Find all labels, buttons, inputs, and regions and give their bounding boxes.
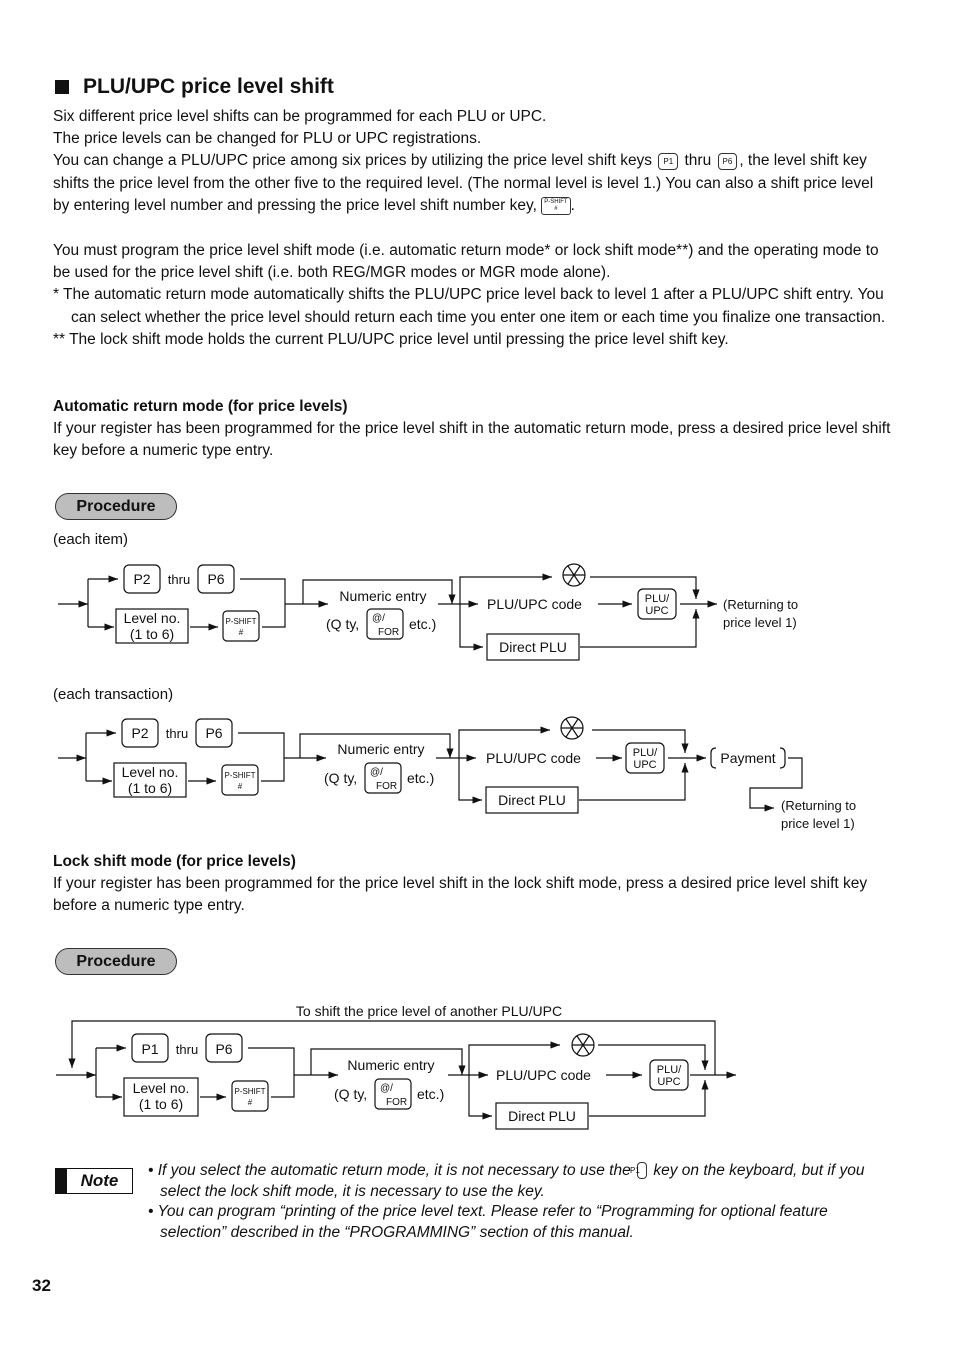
- svg-text:Level no.: Level no.: [133, 1080, 190, 1096]
- svg-text:(Returning to: (Returning to: [723, 597, 798, 612]
- note-list: • If you select the automatic return mod…: [148, 1161, 888, 1243]
- svg-text:@/: @/: [372, 613, 385, 624]
- svg-text:FOR: FOR: [386, 1097, 407, 1108]
- lock-shift-section: Lock shift mode (for price levels) If yo…: [53, 851, 893, 918]
- p2-key: P2: [131, 725, 148, 741]
- pshift-key: P-SHIFT: [225, 617, 256, 626]
- svg-text:@/: @/: [370, 767, 383, 778]
- p1-key-icon: P1: [630, 1162, 648, 1180]
- note-item: • You can program “printing of the price…: [148, 1203, 828, 1241]
- each-item-flow-diagram: P2 thru P6 Level no. (1 to 6) P-SHIFT # …: [58, 563, 798, 661]
- each-item-label: (each item): [53, 531, 129, 548]
- p6-key: P6: [207, 571, 224, 587]
- p6-key: P6: [205, 725, 222, 741]
- auto-return-heading: Automatic return mode (for price levels): [53, 398, 348, 415]
- square-bullet-icon: [55, 80, 69, 94]
- note-item: • If you select the automatic return mod…: [148, 1162, 865, 1200]
- section-title: PLU/UPC price level shift: [55, 75, 334, 99]
- plu-upc-key: PLU/: [657, 1064, 682, 1076]
- direct-plu-box: Direct PLU: [498, 792, 566, 808]
- loop-label: To shift the price level of another PLU/…: [296, 1003, 562, 1019]
- svg-text:UPC: UPC: [645, 605, 668, 617]
- svg-text:(Q ty,: (Q ty,: [326, 616, 359, 632]
- p1-key-icon: P1: [658, 152, 679, 170]
- svg-text:PLU/UPC code: PLU/UPC code: [487, 596, 582, 612]
- svg-text:UPC: UPC: [633, 759, 656, 771]
- procedure-badge: Procedure: [55, 948, 177, 975]
- lock-shift-heading: Lock shift mode (for price levels): [53, 853, 296, 870]
- p6-key: P6: [215, 1041, 232, 1057]
- svg-text:(Q ty,: (Q ty,: [324, 770, 357, 786]
- each-transaction-label: (each transaction): [53, 686, 174, 703]
- svg-text:Numeric entry: Numeric entry: [347, 1057, 434, 1073]
- svg-text:thru: thru: [168, 572, 190, 587]
- svg-text:etc.): etc.): [417, 1086, 444, 1102]
- svg-text:etc.): etc.): [407, 770, 434, 786]
- svg-text:FOR: FOR: [376, 781, 397, 792]
- svg-text:(1 to 6): (1 to 6): [128, 780, 172, 796]
- svg-text:etc.): etc.): [409, 616, 436, 632]
- svg-text:#: #: [238, 782, 243, 791]
- pshift-key-icon: P-SHIFT #: [541, 196, 571, 215]
- svg-text:(1 to 6): (1 to 6): [130, 626, 174, 642]
- svg-text:(Q ty,: (Q ty,: [334, 1086, 367, 1102]
- svg-text:FOR: FOR: [378, 627, 399, 638]
- svg-text:Numeric entry: Numeric entry: [337, 741, 424, 757]
- svg-text:(Returning to: (Returning to: [781, 798, 856, 813]
- auto-return-section: Automatic return mode (for price levels)…: [53, 396, 893, 463]
- svg-text:thru: thru: [176, 1042, 198, 1057]
- p6-key-icon: P6: [717, 152, 738, 170]
- plu-upc-key: PLU/: [645, 593, 670, 605]
- svg-text:PLU/UPC code: PLU/UPC code: [496, 1067, 591, 1083]
- direct-plu-box: Direct PLU: [508, 1108, 576, 1124]
- program-paragraph: You must program the price level shift m…: [53, 242, 886, 348]
- svg-text:@/: @/: [380, 1083, 393, 1094]
- svg-text:Level no.: Level no.: [122, 764, 179, 780]
- svg-text:price level 1): price level 1): [781, 816, 855, 831]
- svg-text:Level no.: Level no.: [124, 610, 181, 626]
- svg-text:Numeric entry: Numeric entry: [339, 588, 426, 604]
- payment-label: Payment: [720, 750, 775, 766]
- svg-text:PLU/UPC code: PLU/UPC code: [486, 750, 581, 766]
- plu-upc-key: PLU/: [633, 747, 658, 759]
- svg-text:#: #: [248, 1098, 253, 1107]
- intro-paragraph: Six different price level shifts can be …: [53, 108, 874, 215]
- pshift-key: P-SHIFT: [234, 1087, 265, 1096]
- lock-shift-flow-diagram: To shift the price level of another PLU/…: [56, 1003, 736, 1130]
- svg-text:UPC: UPC: [657, 1076, 680, 1088]
- p1-key: P1: [141, 1041, 158, 1057]
- svg-text:(1 to 6): (1 to 6): [139, 1096, 183, 1112]
- svg-text:#: #: [239, 628, 244, 637]
- pshift-key: P-SHIFT: [224, 771, 255, 780]
- svg-text:price level 1): price level 1): [723, 615, 797, 630]
- note-badge: Note: [55, 1168, 133, 1194]
- procedure-badge: Procedure: [55, 493, 177, 520]
- svg-text:thru: thru: [166, 726, 188, 741]
- p2-key: P2: [133, 571, 150, 587]
- direct-plu-box: Direct PLU: [499, 639, 567, 655]
- each-transaction-flow-diagram: P2 thru P6 Level no. (1 to 6) P-SHIFT # …: [58, 716, 856, 831]
- page-number: 32: [32, 1276, 51, 1295]
